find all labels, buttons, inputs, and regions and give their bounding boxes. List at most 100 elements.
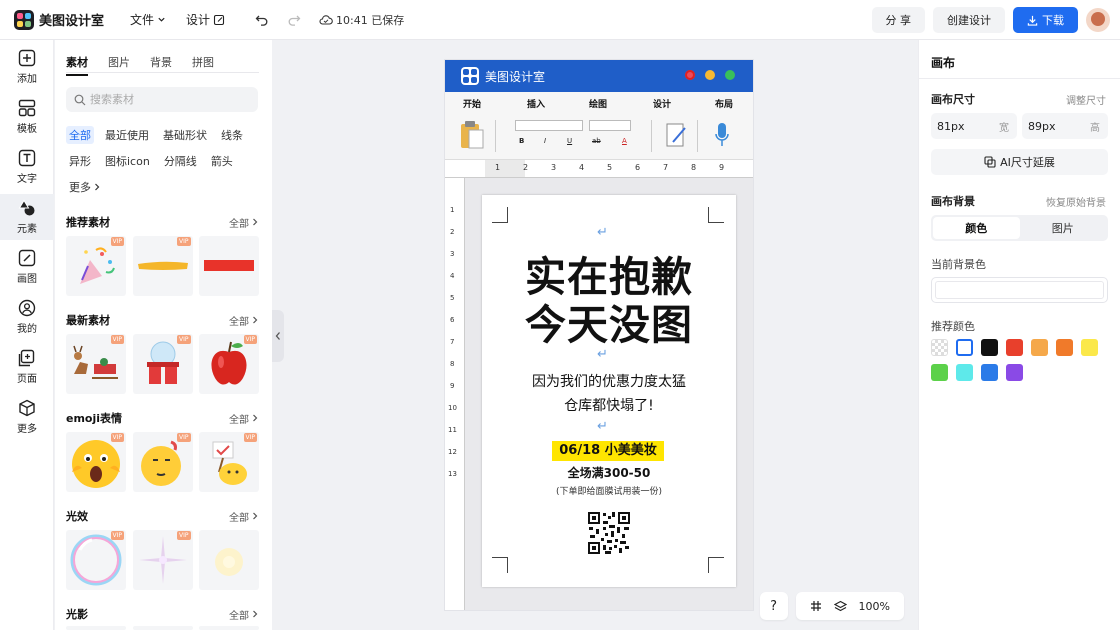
resize-link[interactable]: 调整尺寸 (1066, 92, 1106, 107)
swatch-light-orange[interactable] (1031, 339, 1048, 356)
material-thumb-apple[interactable]: VIP (199, 334, 259, 394)
rail-item-more[interactable]: 更多 (0, 394, 54, 440)
vip-badge: VIP (110, 335, 124, 344)
material-thumb-shadow-3[interactable] (199, 626, 259, 630)
section-more-link[interactable]: 全部 (229, 509, 259, 524)
rail-item-page[interactable]: 页面 (0, 344, 54, 390)
zoom-percent[interactable]: 100% (859, 600, 890, 613)
bold-glyph: B (519, 137, 525, 145)
bg-type-color[interactable]: 颜色 (933, 217, 1020, 239)
design-menu[interactable]: 设计 (186, 11, 225, 28)
ai-resize-label: AI尺寸延展 (1000, 156, 1055, 169)
chip-lines[interactable]: 线条 (218, 126, 246, 144)
redo-button[interactable] (287, 13, 301, 27)
horizontal-ruler: 1 2 3 4 5 6 7 8 9 (445, 160, 753, 178)
maximize-dot-icon (725, 70, 735, 80)
swatch-orange[interactable] (1056, 339, 1073, 356)
ribbon-divider (651, 120, 652, 152)
section-more-link[interactable]: 全部 (229, 411, 259, 426)
rail-item-text[interactable]: 文字 (0, 144, 54, 190)
chip-more[interactable]: 更多 (66, 178, 104, 196)
search-input[interactable] (90, 93, 250, 106)
swatch-blue[interactable] (981, 364, 998, 381)
section-more-link[interactable]: 全部 (229, 607, 259, 622)
grid-hash-icon[interactable] (810, 600, 822, 612)
user-avatar[interactable]: VIP (1086, 8, 1110, 32)
ribbon-tab-layout: 布局 (715, 99, 734, 110)
swatch-green[interactable] (931, 364, 948, 381)
material-thumb-shadow-2[interactable] (132, 626, 193, 630)
current-bg-color-field[interactable] (931, 277, 1108, 303)
share-button[interactable]: 分 享 (871, 7, 925, 33)
poster-page[interactable]: ↵ 实在抱歉 今天没图 ↵ 因为我们的优惠力度太猛 仓库都快塌了! ↵ 06/1… (482, 195, 736, 587)
chip-basic-shapes[interactable]: 基础形状 (160, 126, 210, 144)
section-more-link[interactable]: 全部 (229, 215, 259, 230)
top-bar: 美图设计室 文件 设计 10:41 已保存 分 享 创建设计 下载 VIP (0, 0, 1120, 40)
swatch-black[interactable] (981, 339, 998, 356)
material-thumb-shocked-emoji[interactable]: VIP (66, 432, 126, 492)
height-field[interactable]: 89px 高 (1022, 113, 1108, 139)
ai-resize-button[interactable]: AI尺寸延展 (931, 149, 1108, 175)
chip-all[interactable]: 全部 (66, 126, 94, 144)
section-more-label: 全部 (229, 316, 249, 328)
material-thumb-shadow-1[interactable] (66, 626, 126, 630)
ruler-mark: 1 (450, 206, 455, 214)
restore-bg-link[interactable]: 恢复原始背景 (1046, 194, 1106, 209)
material-thumb-gift-globe[interactable]: VIP (132, 334, 193, 394)
ruler-mark: 1 (495, 163, 501, 172)
chip-arrows[interactable]: 箭头 (208, 152, 236, 170)
chevron-right-icon (253, 610, 258, 618)
text-t-icon (18, 149, 36, 167)
swatch-purple[interactable] (1006, 364, 1023, 381)
rail-item-draw[interactable]: 画图 (0, 244, 54, 290)
swatch-yellow[interactable] (1081, 339, 1098, 356)
design-artboard[interactable]: 美图设计室 开始 插入 绘图 设计 布局 B I U ab A 1 2 3 4 … (445, 60, 753, 610)
poster-subline-1[interactable]: 因为我们的优惠力度太猛 (482, 371, 736, 391)
poster-headline-2[interactable]: 今天没图 (482, 291, 736, 351)
undo-button[interactable] (255, 13, 269, 27)
material-thumb-sparkle[interactable]: VIP (132, 530, 193, 590)
material-thumb-thinking-emoji[interactable]: VIP (132, 432, 193, 492)
swatch-white[interactable] (956, 339, 973, 356)
material-thumb-reindeer-sleigh[interactable]: VIP (66, 334, 126, 394)
rail-item-elements[interactable]: 元素 (0, 194, 54, 240)
material-thumb-yellow-stroke[interactable]: VIP (132, 236, 193, 296)
chip-icons[interactable]: 图标icon (102, 152, 153, 170)
poster-deal[interactable]: 全场满300-50 (482, 464, 736, 481)
material-thumb-party-popper[interactable]: VIP (66, 236, 126, 296)
create-design-button[interactable]: 创建设计 (933, 7, 1005, 33)
swatch-cyan[interactable] (956, 364, 973, 381)
bg-type-image[interactable]: 图片 (1020, 217, 1107, 239)
chip-irregular[interactable]: 异形 (66, 152, 94, 170)
app-logo[interactable]: 美图设计室 (14, 9, 104, 30)
material-panel: 素材 图片 背景 拼图 全部 最近使用 基础形状 线条 异形 图标icon 分隔… (55, 40, 272, 630)
layers-icon[interactable] (833, 600, 847, 613)
rail-item-add[interactable]: 添加 (0, 44, 54, 90)
chip-recent[interactable]: 最近使用 (102, 126, 152, 144)
height-unit: 高 (1090, 122, 1100, 134)
section-more-link[interactable]: 全部 (229, 313, 259, 328)
chip-more-label: 更多 (69, 181, 91, 194)
swatch-red[interactable] (1006, 339, 1023, 356)
rail-item-mine[interactable]: 我的 (0, 294, 54, 340)
section-title: 光影 (66, 608, 88, 621)
file-menu[interactable]: 文件 (130, 11, 166, 28)
rail-item-template[interactable]: 模板 (0, 94, 54, 140)
download-button[interactable]: 下载 (1013, 7, 1078, 33)
poster-note[interactable]: (下单即给面膜试用装一份) (482, 484, 736, 497)
help-button[interactable]: ? (759, 592, 788, 620)
material-search[interactable] (66, 87, 258, 112)
width-field[interactable]: 81px 宽 (931, 113, 1017, 139)
material-thumb-chick-emoji[interactable]: VIP (199, 432, 259, 492)
material-thumb-bubble[interactable]: VIP (66, 530, 126, 590)
material-thumb-glow[interactable] (199, 530, 259, 590)
view-controls: 100% (795, 592, 904, 620)
panel-collapse-handle[interactable] (272, 310, 284, 362)
material-thumb-red-bar[interactable] (199, 236, 259, 296)
chip-dividers[interactable]: 分隔线 (161, 152, 200, 170)
poster-highlight[interactable]: 06/18 小美美妆 (552, 441, 664, 461)
qr-code-icon[interactable] (587, 511, 631, 555)
close-dot-icon (685, 70, 695, 80)
swatch-transparent[interactable] (931, 339, 948, 356)
poster-subline-2[interactable]: 仓库都快塌了! (482, 395, 736, 415)
